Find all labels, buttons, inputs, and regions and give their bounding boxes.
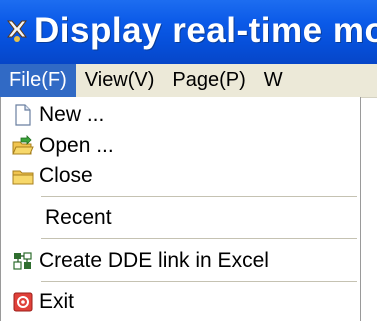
menu-bar: File(F) View(V) Page(P) W xyxy=(0,64,377,98)
menu-item-close-label: Close xyxy=(39,164,93,187)
file-menu-dropdown: New ... Open ... Close Recent Create DDE… xyxy=(0,97,361,321)
menu-item-close[interactable]: Close xyxy=(1,161,360,191)
menu-item-exit-label: Exit xyxy=(39,290,75,313)
title-bar: Display real-time mo xyxy=(0,0,377,64)
new-document-icon xyxy=(15,104,31,126)
app-icon xyxy=(7,20,27,42)
menu-view[interactable]: View(V) xyxy=(76,64,164,97)
menu-item-recent-label: Recent xyxy=(45,206,112,229)
menu-item-open[interactable]: Open ... xyxy=(1,131,360,161)
menu-item-create-dde-link-label: Create DDE link in Excel xyxy=(39,249,269,272)
window-title: Display real-time mo xyxy=(34,11,377,50)
open-folder-icon xyxy=(12,135,34,155)
dde-link-icon xyxy=(13,252,32,270)
menu-item-create-dde-link[interactable]: Create DDE link in Excel xyxy=(1,246,360,276)
menu-file[interactable]: File(F) xyxy=(0,64,76,97)
menu-item-exit[interactable]: Exit xyxy=(1,287,360,317)
menu-separator xyxy=(41,281,357,282)
menu-item-open-label: Open ... xyxy=(39,134,114,157)
menu-window[interactable]: W xyxy=(255,64,292,97)
menu-item-new-label: New ... xyxy=(39,103,105,126)
menu-item-recent[interactable]: Recent xyxy=(1,203,360,233)
menu-item-new[interactable]: New ... xyxy=(1,100,360,130)
menu-page[interactable]: Page(P) xyxy=(163,64,254,97)
close-folder-icon xyxy=(12,170,34,185)
menu-separator xyxy=(41,196,357,197)
menu-separator xyxy=(41,238,357,239)
exit-icon xyxy=(13,292,33,312)
